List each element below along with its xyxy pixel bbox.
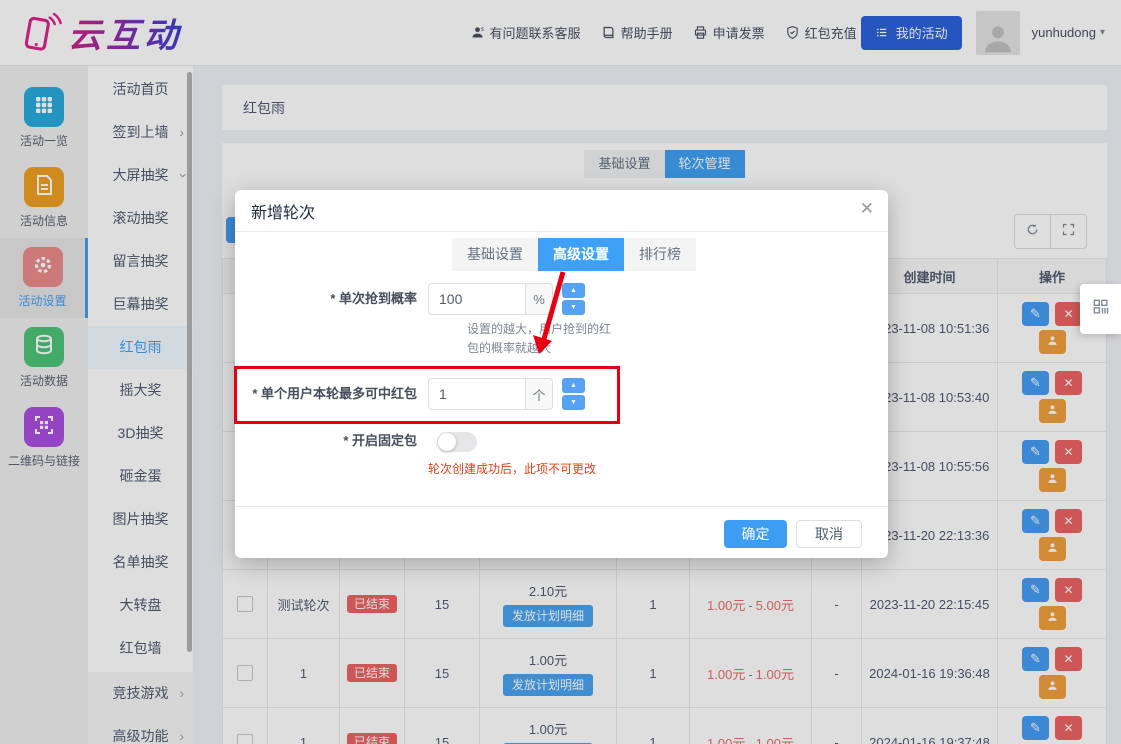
fixed-packet-warning: 轮次创建成功后，此项不可更改 xyxy=(428,460,596,477)
stepper-down-icon[interactable]: ▼ xyxy=(562,395,585,410)
probability-input[interactable] xyxy=(429,284,525,314)
modal-tab-advanced[interactable]: 高级设置 xyxy=(538,238,624,271)
max-packets-suffix: 个 xyxy=(525,379,552,409)
stepper-up-icon[interactable]: ▲ xyxy=(562,283,585,298)
app-root: 云互动 有问题联系客服帮助手册申请发票红包充值 我的活动 yunhudong ▾… xyxy=(0,0,1121,744)
probability-input-group: % xyxy=(428,283,553,315)
add-round-modal: 新增轮次 ✕ 基础设置 高级设置 排行榜 * 单次抢到概率 % ▲ ▼ 设置的越… xyxy=(235,190,888,558)
probability-help-text: 设置的越大，用户抢到的红包的概率就越大 xyxy=(467,320,619,358)
stepper-down-icon[interactable]: ▼ xyxy=(562,300,585,315)
modal-footer-divider xyxy=(235,506,888,507)
probability-label: * 单次抢到概率 xyxy=(235,283,417,315)
column-settings-button[interactable] xyxy=(1080,284,1121,334)
modal-tabs: 基础设置 高级设置 排行榜 xyxy=(452,238,696,271)
modal-tab-basic[interactable]: 基础设置 xyxy=(452,238,538,271)
max-packets-input[interactable] xyxy=(429,379,525,409)
max-packets-stepper: ▲ ▼ xyxy=(562,378,585,410)
modal-title: 新增轮次 xyxy=(251,199,315,223)
columns-icon xyxy=(1091,297,1111,322)
confirm-button[interactable]: 确定 xyxy=(724,520,787,548)
max-packets-label: * 单个用户本轮最多可中红包 xyxy=(235,378,417,410)
probability-stepper: ▲ ▼ xyxy=(562,283,585,315)
modal-tab-ranking[interactable]: 排行榜 xyxy=(624,238,696,271)
cancel-button[interactable]: 取消 xyxy=(796,520,862,548)
toggle-knob xyxy=(438,433,456,451)
max-packets-input-group: 个 xyxy=(428,378,553,410)
fixed-packet-toggle[interactable] xyxy=(437,432,477,452)
close-icon[interactable]: ✕ xyxy=(860,200,874,217)
probability-suffix: % xyxy=(525,284,552,314)
fixed-packet-label: * 开启固定包 xyxy=(235,427,417,455)
modal-header: 新增轮次 xyxy=(235,190,888,232)
stepper-up-icon[interactable]: ▲ xyxy=(562,378,585,393)
